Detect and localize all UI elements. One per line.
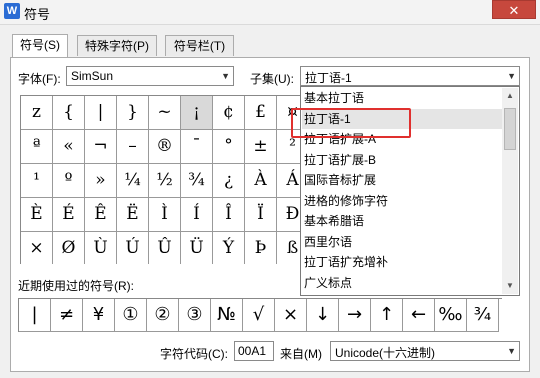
recent-symbol-cell[interactable]: ① <box>115 299 147 332</box>
recent-symbol-cell[interactable]: ↑ <box>371 299 403 332</box>
symbol-grid: z{|} ~ ¡ ¢ £ ¤ ª «¬ – ® ¯ ° ± ² ¹ º» ¼ ½ ¾ ¿ À Á È É Ê Ë Ì Í Î Ï Ð × Ø Ù Ú… <box>20 95 308 264</box>
subset-option[interactable]: 广义标点 <box>304 273 352 293</box>
subset-option[interactable]: 拉丁语扩展-B <box>304 150 376 170</box>
tab-special-characters[interactable]: 特殊字符(P) <box>77 35 157 56</box>
highlight-annotation-box <box>291 108 411 138</box>
symbol-cell[interactable]: ¹ <box>21 164 53 198</box>
tab-symbol-bar[interactable]: 符号栏(T) <box>165 35 234 56</box>
close-button[interactable]: ✕ <box>492 0 536 19</box>
recent-symbol-cell[interactable]: √ <box>243 299 275 332</box>
symbol-cell[interactable]: Ú <box>117 232 149 264</box>
symbol-cell[interactable]: Ù <box>85 232 117 264</box>
recent-symbol-cell[interactable]: ③ <box>179 299 211 332</box>
recent-symbol-cell[interactable]: ‰ <box>435 299 467 332</box>
symbol-cell[interactable]: Ê <box>85 198 117 232</box>
symbol-cell[interactable]: ¬ <box>85 130 117 164</box>
symbol-cell[interactable]: À <box>245 164 277 198</box>
symbol-cell[interactable]: Î <box>213 198 245 232</box>
recent-symbol-cell[interactable]: ¥ <box>83 299 115 332</box>
from-select[interactable]: Unicode(十六进制) ▼ <box>330 341 520 361</box>
symbol-cell[interactable]: ª <box>21 130 53 164</box>
recent-symbol-cell[interactable]: ≠ <box>51 299 83 332</box>
recent-symbol-cell[interactable]: → <box>339 299 371 332</box>
recent-symbols-row: | ≠ ¥ ① ② ③ № √ × ↓ → ↑ ← ‰ ¾ <box>18 298 502 332</box>
subset-option[interactable]: 西里尔语 <box>304 232 352 252</box>
symbol-cell[interactable]: { <box>53 96 85 130</box>
recent-symbol-cell[interactable]: × <box>275 299 307 332</box>
symbol-cell[interactable]: ~ <box>149 96 181 130</box>
subset-option[interactable]: 国际音标扩展 <box>304 170 376 190</box>
symbol-cell[interactable]: × <box>21 232 53 264</box>
recent-symbol-cell[interactable]: ② <box>147 299 179 332</box>
symbol-cell[interactable]: ® <box>149 130 181 164</box>
symbol-cell[interactable]: » <box>85 164 117 198</box>
symbol-cell[interactable]: ° <box>213 130 245 164</box>
symbol-cell[interactable]: ¯ <box>181 130 213 164</box>
symbol-cell[interactable]: Û <box>149 232 181 264</box>
symbol-cell[interactable]: ¾ <box>181 164 213 198</box>
window-title: 符号 <box>24 7 51 22</box>
symbol-cell[interactable]: È <box>21 198 53 232</box>
symbol-cell[interactable]: ¢ <box>213 96 245 130</box>
from-label: 来自(M) <box>280 347 322 361</box>
symbol-cell[interactable]: ¼ <box>117 164 149 198</box>
char-code-label: 字符代码(C): <box>160 347 228 361</box>
symbol-cell[interactable]: ½ <box>149 164 181 198</box>
subset-value: 拉丁语-1 <box>305 71 352 85</box>
subset-option[interactable]: 拉丁语扩充增补 <box>304 252 388 272</box>
font-label: 字体(F): <box>18 72 61 86</box>
symbol-cell[interactable]: – <box>117 130 149 164</box>
symbol-cell[interactable]: Ë <box>117 198 149 232</box>
subset-select[interactable]: 拉丁语-1 ▼ <box>300 66 520 86</box>
symbol-cell[interactable]: | <box>85 96 117 130</box>
recent-symbol-cell[interactable]: ¾ <box>467 299 499 332</box>
scroll-up-icon[interactable]: ▲ <box>502 88 518 104</box>
char-code-input[interactable]: 00A1 <box>234 341 274 361</box>
font-select[interactable]: SimSun ▼ <box>66 66 234 86</box>
symbol-cell[interactable]: Ü <box>181 232 213 264</box>
chevron-down-icon: ▼ <box>507 71 516 81</box>
symbol-cell[interactable]: Ì <box>149 198 181 232</box>
symbol-cell[interactable]: } <box>117 96 149 130</box>
chevron-down-icon: ▼ <box>507 346 516 356</box>
title-bar: W 符号 ✕ <box>0 0 540 25</box>
symbol-cell[interactable]: « <box>53 130 85 164</box>
subset-option[interactable]: 基本希腊语 <box>304 211 364 231</box>
scroll-down-icon[interactable]: ▼ <box>502 278 518 294</box>
subset-option[interactable]: 基本拉丁语 <box>304 88 364 108</box>
symbol-cell[interactable]: Ø <box>53 232 85 264</box>
tab-symbols[interactable]: 符号(S) <box>12 34 68 57</box>
chevron-down-icon: ▼ <box>221 71 230 81</box>
recent-symbols-label: 近期使用过的符号(R): <box>18 279 134 293</box>
recent-symbol-cell[interactable]: № <box>211 299 243 332</box>
symbol-cell[interactable]: Ï <box>245 198 277 232</box>
recent-symbol-cell[interactable]: ← <box>403 299 435 332</box>
symbol-cell[interactable]: Ý <box>213 232 245 264</box>
recent-symbol-cell[interactable]: ↓ <box>307 299 339 332</box>
recent-symbol-cell[interactable]: | <box>19 299 51 332</box>
dropdown-scrollbar[interactable]: ▲ ▼ <box>502 88 518 294</box>
symbol-cell[interactable]: º <box>53 164 85 198</box>
symbol-cell[interactable]: ¿ <box>213 164 245 198</box>
subset-option[interactable]: 进格的修饰字符 <box>304 191 388 211</box>
symbol-cell[interactable]: ± <box>245 130 277 164</box>
symbol-cell[interactable]: £ <box>245 96 277 130</box>
from-value: Unicode(十六进制) <box>335 346 436 360</box>
symbol-cell[interactable]: Í <box>181 198 213 232</box>
subset-label: 子集(U): <box>250 72 294 86</box>
symbol-cell[interactable]: É <box>53 198 85 232</box>
scroll-thumb[interactable] <box>504 108 516 150</box>
symbol-cell[interactable]: ¡ <box>181 96 213 130</box>
wps-app-icon: W <box>4 3 20 19</box>
font-value: SimSun <box>71 69 114 83</box>
symbol-cell[interactable]: z <box>21 96 53 130</box>
symbol-cell[interactable]: Þ <box>245 232 277 264</box>
